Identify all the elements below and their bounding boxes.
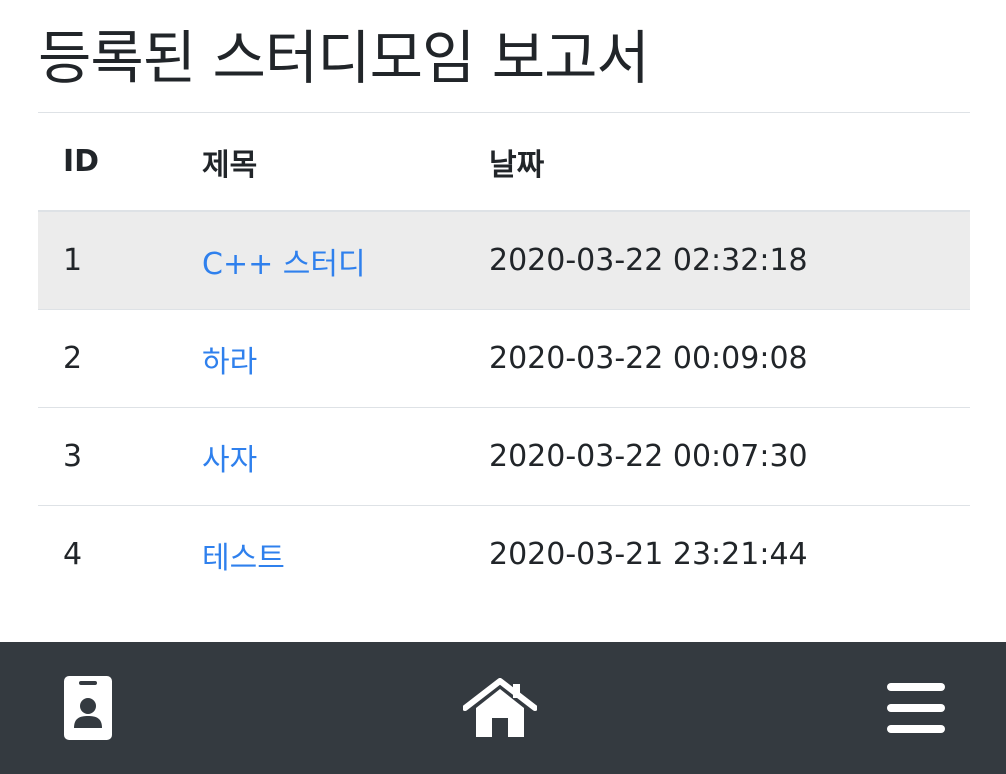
id-badge-icon — [64, 676, 112, 740]
hamburger-menu-icon — [887, 683, 945, 733]
row-title-cell: 하라 — [177, 309, 464, 408]
table-row[interactable]: 1 C++ 스터디 2020-03-22 02:32:18 — [38, 211, 970, 310]
row-date: 2020-03-22 00:07:30 — [464, 407, 970, 506]
column-header-date: 날짜 — [464, 112, 970, 212]
row-title-cell: 테스트 — [177, 505, 464, 603]
row-id: 3 — [38, 407, 177, 506]
column-header-id: ID — [38, 112, 177, 212]
table-body: 1 C++ 스터디 2020-03-22 02:32:18 2 하라 2020-… — [38, 211, 970, 603]
report-title-link[interactable]: 하라 — [202, 345, 257, 380]
row-title-cell: 사자 — [177, 407, 464, 506]
report-title-link[interactable]: 테스트 — [202, 541, 285, 576]
row-title-cell: C++ 스터디 — [177, 211, 464, 310]
home-button[interactable] — [452, 642, 548, 774]
report-title-link[interactable]: 사자 — [202, 443, 257, 478]
table-row[interactable]: 3 사자 2020-03-22 00:07:30 — [38, 407, 970, 506]
report-title-link[interactable]: C++ 스터디 — [202, 247, 366, 282]
page-title: 등록된 스터디모임 보고서 — [38, 24, 650, 92]
table-row[interactable]: 2 하라 2020-03-22 00:09:08 — [38, 309, 970, 408]
page: 등록된 스터디모임 보고서 ID 제목 날짜 1 C++ 스터디 2020-03… — [0, 0, 1006, 774]
row-id: 2 — [38, 309, 177, 408]
table-header-row: ID 제목 날짜 — [38, 112, 970, 212]
row-date: 2020-03-22 00:09:08 — [464, 309, 970, 408]
bottom-nav — [0, 642, 1006, 774]
row-date: 2020-03-21 23:21:44 — [464, 505, 970, 603]
home-icon — [463, 678, 537, 737]
table-row[interactable]: 4 테스트 2020-03-21 23:21:44 — [38, 505, 970, 603]
table-header: ID 제목 날짜 — [38, 112, 970, 212]
row-id: 4 — [38, 505, 177, 603]
column-header-title: 제목 — [177, 112, 464, 212]
report-table: ID 제목 날짜 1 C++ 스터디 2020-03-22 02:32:18 2… — [38, 112, 970, 603]
row-id: 1 — [38, 211, 177, 310]
menu-button[interactable] — [868, 642, 964, 774]
profile-button[interactable] — [40, 642, 136, 774]
row-date: 2020-03-22 02:32:18 — [464, 211, 970, 310]
